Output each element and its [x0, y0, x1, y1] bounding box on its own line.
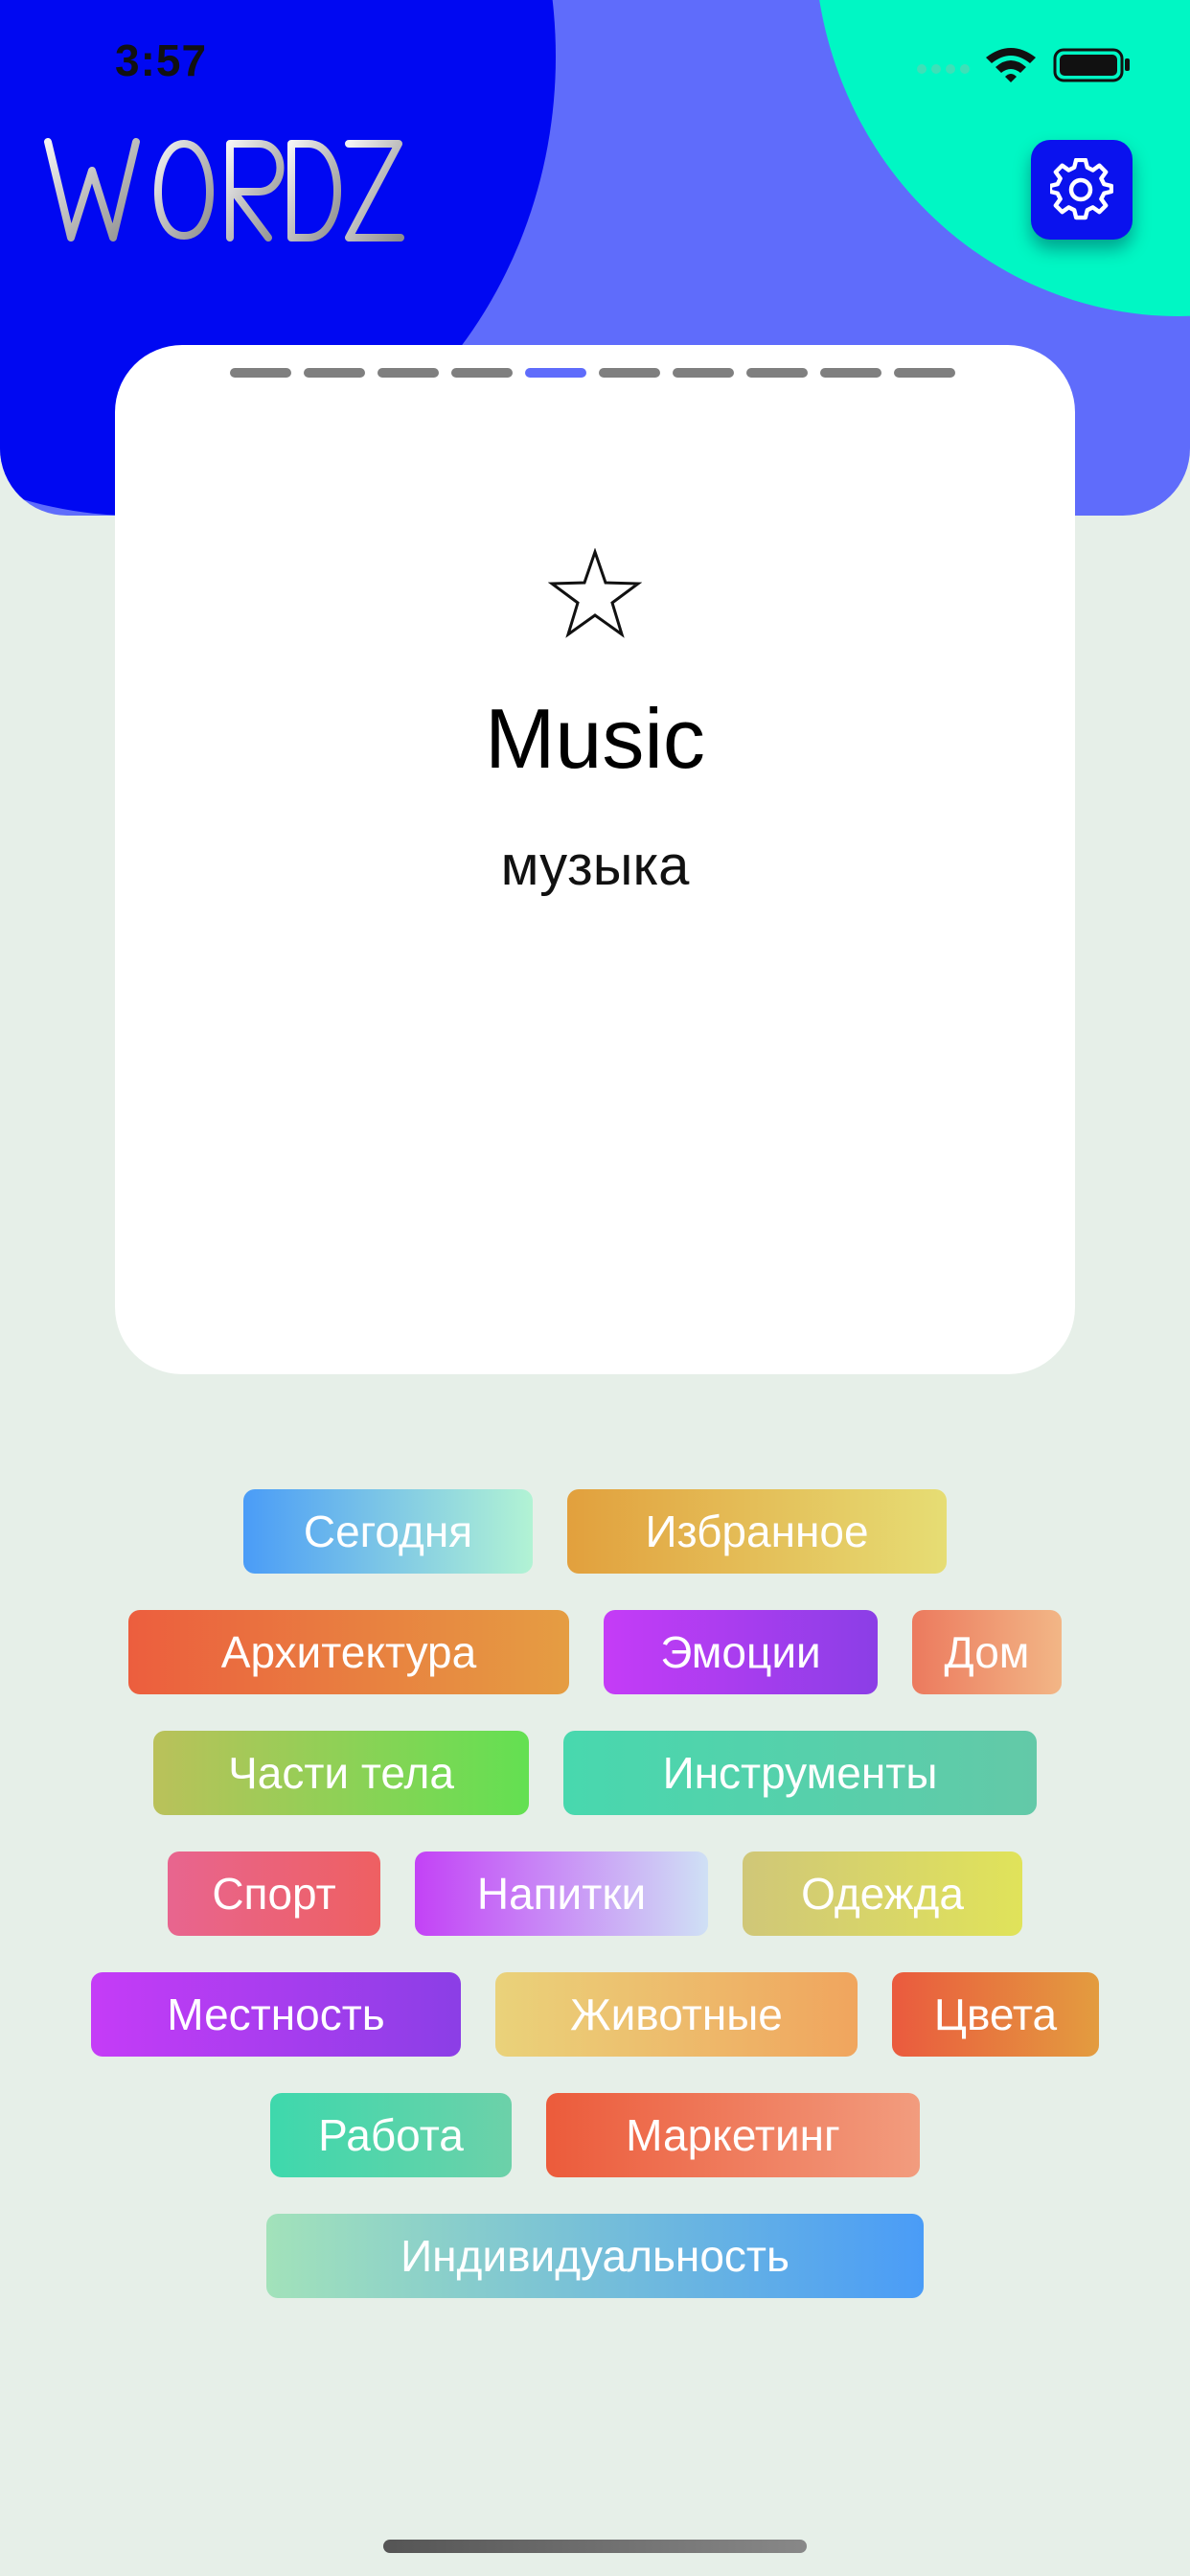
category-chip[interactable]: Работа	[270, 2093, 512, 2177]
status-icons	[917, 48, 1130, 82]
battery-icon	[1053, 48, 1130, 82]
category-row: Части тела Инструменты	[0, 1731, 1190, 1815]
category-row: Спорт Напитки Одежда	[0, 1852, 1190, 1936]
category-chip[interactable]: Цвета	[892, 1972, 1099, 2057]
category-chip[interactable]: Индивидуальность	[266, 2214, 924, 2298]
card-word: Music	[485, 691, 705, 786]
category-chip[interactable]: Инструменты	[563, 1731, 1037, 1815]
cellular-signal-icon	[917, 64, 970, 74]
category-row: Местность Животные Цвета	[0, 1972, 1190, 2057]
category-chip[interactable]: Эмоции	[604, 1610, 878, 1694]
category-chip[interactable]: Части тела	[153, 1731, 529, 1815]
settings-button[interactable]	[1031, 140, 1133, 240]
category-chip[interactable]: Местность	[91, 1972, 461, 2057]
category-chip[interactable]: Дом	[912, 1610, 1062, 1694]
pager-segment	[304, 368, 365, 378]
pager-segment	[746, 368, 808, 378]
category-chip[interactable]: Напитки	[415, 1852, 708, 1936]
category-row: Сегодня Избранное	[0, 1489, 1190, 1574]
home-indicator[interactable]	[383, 2540, 807, 2553]
flashcard[interactable]: Music музыка	[115, 345, 1075, 1374]
card-translation: музыка	[500, 835, 690, 897]
pager-segment	[230, 368, 291, 378]
category-chip[interactable]: Спорт	[168, 1852, 380, 1936]
pager-segment	[599, 368, 660, 378]
pager-segment	[673, 368, 734, 378]
category-chip[interactable]: Животные	[495, 1972, 858, 2057]
category-chip[interactable]: Архитектура	[128, 1610, 569, 1694]
pager-segment	[820, 368, 881, 378]
pager-segment-active	[525, 368, 586, 378]
category-list: Сегодня Избранное Архитектура Эмоции Дом…	[0, 1489, 1190, 2334]
app-logo	[44, 138, 404, 242]
gear-icon	[1050, 158, 1113, 220]
category-row: Работа Маркетинг	[0, 2093, 1190, 2177]
category-chip[interactable]: Одежда	[743, 1852, 1022, 1936]
pager-segment	[451, 368, 513, 378]
pager-segment	[894, 368, 955, 378]
status-time: 3:57	[115, 35, 208, 85]
category-row: Архитектура Эмоции Дом	[0, 1610, 1190, 1694]
category-chip[interactable]: Маркетинг	[546, 2093, 920, 2177]
category-chip[interactable]: Сегодня	[243, 1489, 533, 1574]
favorite-star-icon[interactable]	[548, 548, 642, 638]
wifi-icon	[986, 48, 1036, 82]
category-chip[interactable]: Избранное	[567, 1489, 947, 1574]
pager-segment	[378, 368, 439, 378]
card-pager	[230, 368, 955, 378]
category-row: Индивидуальность	[0, 2214, 1190, 2298]
